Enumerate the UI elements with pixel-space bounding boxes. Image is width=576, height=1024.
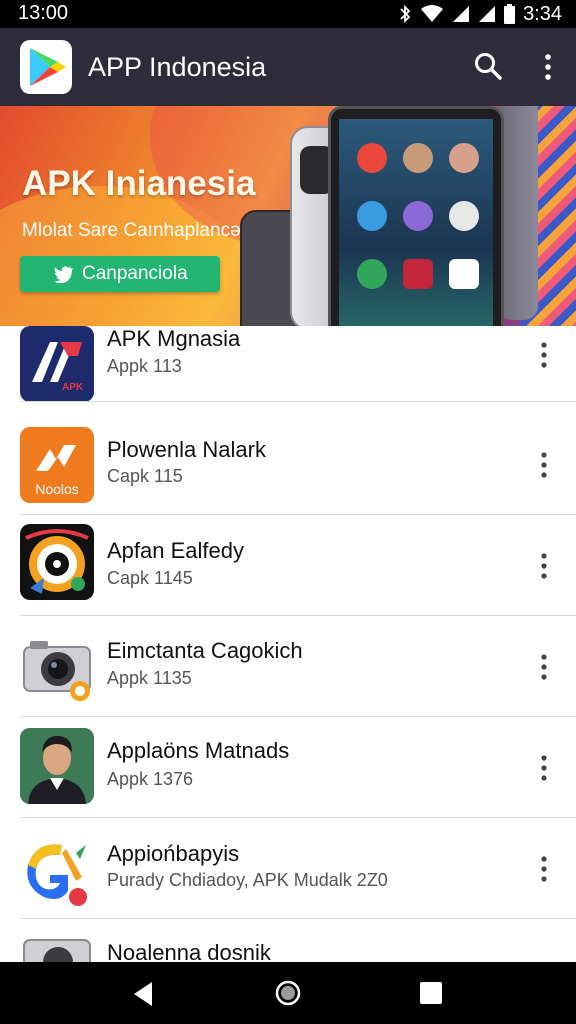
twitter-bird-icon: [54, 266, 73, 283]
divider: [20, 918, 576, 919]
app-subtitle: Appk 1135: [107, 668, 192, 688]
signal-icon: [479, 6, 496, 22]
app-subtitle: Capk 115: [107, 466, 183, 486]
more-vert-icon[interactable]: [532, 751, 556, 785]
banner-subtitle: Mlolat Sare Caınhaplancə: [22, 220, 241, 241]
promo-banner[interactable]: APK Inianesia Mlolat Sare Caınhaplancə C…: [0, 106, 576, 326]
play-store-logo[interactable]: [20, 40, 72, 94]
battery-icon: [504, 4, 516, 24]
navigation-bar: [0, 962, 576, 1024]
recents-icon[interactable]: [418, 980, 444, 1006]
divider: [20, 817, 576, 818]
app-subtitle: Capk 1145: [107, 568, 193, 588]
list-item[interactable]: APK APK Mgnasia Appk 113: [0, 326, 576, 414]
banner-cta-label: Canpanciola: [82, 263, 188, 284]
divider: [20, 716, 576, 717]
noolos-icon-text: Noolos: [35, 481, 79, 497]
camera-icon: [20, 934, 94, 962]
divider: [20, 514, 576, 515]
banner-title: APK Inianesia: [22, 164, 256, 203]
phone-illustration: [328, 106, 504, 326]
app-name: Noalenna dosnik: [107, 940, 271, 962]
app-list: APK APK Mgnasia Appk 113 Noolos Plowenla…: [0, 326, 576, 962]
overflow-menu-icon[interactable]: [536, 50, 560, 84]
back-icon[interactable]: [130, 980, 156, 1008]
status-time-left: 13:00: [18, 2, 69, 24]
more-vert-icon[interactable]: [532, 549, 556, 583]
profile-photo-icon: [20, 728, 94, 804]
phone-illustration: [498, 106, 538, 320]
app-subtitle: Appk 113: [107, 356, 182, 376]
vinyl-badge-icon: [20, 524, 94, 600]
banner-cta-button[interactable]: Canpanciola: [20, 256, 220, 292]
svg-text:APK: APK: [62, 382, 84, 393]
bluetooth-icon: [400, 4, 411, 24]
wifi-icon: [421, 5, 444, 22]
app-name: Apfan Ealfedy: [107, 538, 244, 563]
app-title: APP Indonesia: [88, 52, 267, 82]
search-icon[interactable]: [472, 50, 506, 84]
list-item[interactable]: Noolos Plowenla Nalark Capk 115: [0, 415, 576, 515]
app-name: Plowenla Nalark: [107, 437, 266, 462]
app-name: Applaöns Matnads: [107, 738, 290, 763]
divider: [20, 401, 576, 402]
apk-logo-icon: APK: [20, 326, 94, 402]
list-item[interactable]: Applaöns Matnads Appk 1376: [0, 718, 576, 818]
camera-icon: [20, 629, 94, 705]
app-name: Eimctanta Cagokich: [107, 638, 303, 663]
app-subtitle: Purady Chdiadoy, APK Mudalk 2Z0: [107, 870, 388, 890]
more-vert-icon[interactable]: [532, 852, 556, 886]
app-name: APK Mgnasia: [107, 326, 241, 351]
status-time-right: 3:34: [523, 2, 562, 25]
app-name: Appiońbapyis: [107, 841, 240, 866]
list-item[interactable]: Eimctanta Cagokich Appk 1135: [0, 617, 576, 717]
more-vert-icon[interactable]: [532, 338, 556, 372]
list-item[interactable]: Appiońbapyis Purady Chdiadoy, APK Mudalk…: [0, 819, 576, 919]
app-bar: APP Indonesia: [0, 28, 576, 106]
noolos-logo-icon: Noolos: [20, 427, 94, 503]
colorful-g-logo-icon: [20, 831, 94, 907]
home-icon[interactable]: [274, 979, 302, 1007]
divider: [20, 615, 576, 616]
status-bar: 13:00 3:34: [0, 0, 576, 28]
status-icons: 3:34: [398, 3, 562, 25]
more-vert-icon[interactable]: [532, 448, 556, 482]
list-item[interactable]: Noalenna dosnik: [0, 920, 576, 962]
more-vert-icon[interactable]: [532, 650, 556, 684]
list-item[interactable]: Apfan Ealfedy Capk 1145: [0, 516, 576, 616]
signal-icon: [453, 6, 470, 22]
app-subtitle: Appk 1376: [107, 769, 194, 789]
